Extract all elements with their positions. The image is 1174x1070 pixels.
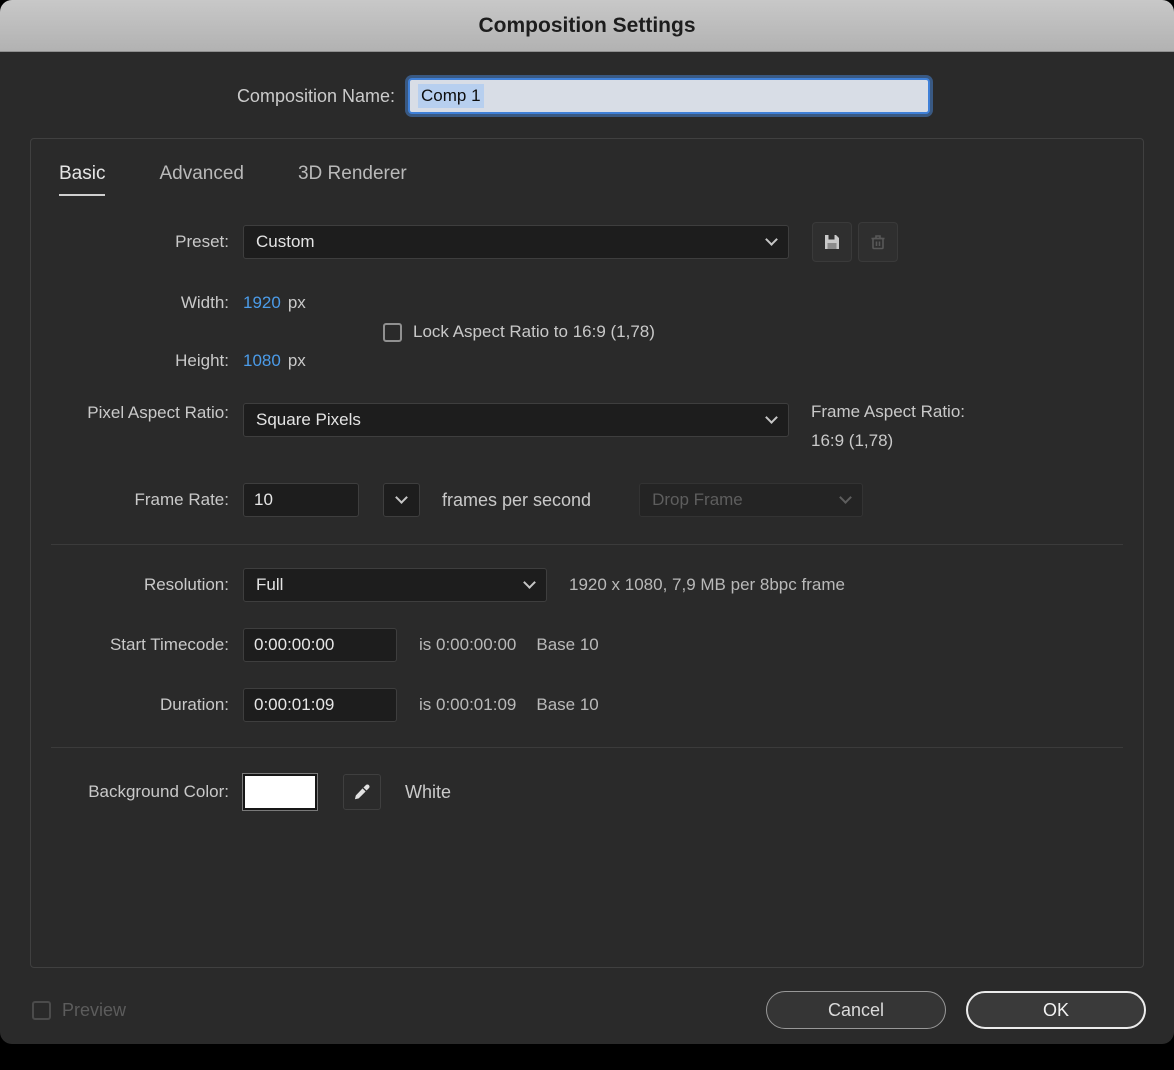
save-preset-button[interactable] xyxy=(812,222,852,262)
height-row: Height: 1080 px xyxy=(31,346,1143,376)
frame-rate-preset-button[interactable] xyxy=(383,483,420,517)
lock-aspect-ratio-checkbox[interactable] xyxy=(383,322,402,342)
pixel-aspect-ratio-row: Pixel Aspect Ratio: Square Pixels Frame … xyxy=(31,402,1143,450)
ok-button[interactable]: OK xyxy=(966,991,1146,1029)
preview-checkbox[interactable] xyxy=(32,1000,51,1020)
start-timecode-label: Start Timecode: xyxy=(109,635,229,654)
tab-3d-renderer-label: 3D Renderer xyxy=(297,163,407,184)
duration-base: Base 10 xyxy=(536,695,599,714)
width-value[interactable]: 1920 xyxy=(243,293,281,313)
composition-name-value: Comp 1 xyxy=(418,84,484,108)
preset-value: Custom xyxy=(256,232,315,251)
preview-control: Preview xyxy=(32,1000,126,1021)
chevron-down-icon xyxy=(765,233,778,246)
tab-bar: Basic Advanced 3D Renderer xyxy=(31,139,1143,196)
width-row: Width: 1920 px xyxy=(31,288,1143,318)
composition-name-row: Composition Name: Comp 1 xyxy=(0,78,1174,114)
start-timecode-value: 0:00:00:00 xyxy=(254,635,335,654)
dialog-footer: Preview Cancel OK xyxy=(32,988,1146,1032)
background-color-row: Background Color: White xyxy=(31,772,1143,812)
resolution-info: 1920 x 1080, 7,9 MB per 8bpc frame xyxy=(569,575,845,594)
composition-settings-dialog: Composition Settings Composition Name: C… xyxy=(0,0,1174,1044)
background-color-swatch[interactable] xyxy=(243,774,317,810)
background-color-name: White xyxy=(405,781,452,802)
lock-aspect-ratio-label: Lock Aspect Ratio to 16:9 (1,78) xyxy=(413,322,655,341)
eyedropper-button[interactable] xyxy=(343,774,381,810)
resolution-label: Resolution: xyxy=(143,575,229,594)
duration-label: Duration: xyxy=(160,695,229,714)
frame-rate-row: Frame Rate: 10 frames per second Drop Fr… xyxy=(31,482,1143,518)
duration-value: 0:00:01:09 xyxy=(254,695,335,714)
chevron-down-icon xyxy=(395,491,408,504)
height-value[interactable]: 1080 xyxy=(243,351,281,371)
chevron-down-icon xyxy=(523,576,536,589)
chevron-down-icon xyxy=(839,491,852,504)
frames-per-second-label: frames per second xyxy=(442,489,592,510)
trash-icon xyxy=(871,235,885,250)
background-color-label: Background Color: xyxy=(88,782,229,801)
tab-basic-label: Basic xyxy=(59,163,106,184)
composition-name-input[interactable]: Comp 1 xyxy=(408,78,930,114)
dialog-title: Composition Settings xyxy=(478,13,696,37)
divider xyxy=(51,544,1123,545)
start-timecode-base: Base 10 xyxy=(536,635,599,654)
start-timecode-equivalent: is 0:00:00:00 xyxy=(419,635,517,654)
preset-label: Preset: xyxy=(175,232,229,251)
tab-advanced-label: Advanced xyxy=(159,163,244,184)
duration-input[interactable]: 0:00:01:09 xyxy=(243,688,397,722)
pixel-aspect-ratio-dropdown[interactable]: Square Pixels xyxy=(243,403,789,437)
start-timecode-row: Start Timecode: 0:00:00:00 is 0:00:00:00… xyxy=(31,627,1143,663)
settings-panel: Basic Advanced 3D Renderer Preset: Custo… xyxy=(30,138,1144,968)
pixel-aspect-ratio-value: Square Pixels xyxy=(256,410,361,429)
eyedropper-icon xyxy=(354,784,370,800)
cancel-button[interactable]: Cancel xyxy=(766,991,946,1029)
dialog-titlebar[interactable]: Composition Settings xyxy=(0,0,1174,52)
duration-row: Duration: 0:00:01:09 is 0:00:01:09 Base … xyxy=(31,687,1143,723)
resolution-value: Full xyxy=(256,575,284,594)
width-label: Width: xyxy=(180,293,229,312)
width-unit: px xyxy=(287,293,306,312)
chevron-down-icon xyxy=(765,411,778,424)
tab-advanced[interactable]: Advanced xyxy=(159,163,244,196)
frame-aspect-ratio-label: Frame Aspect Ratio: xyxy=(811,402,966,421)
frame-aspect-ratio-info: Frame Aspect Ratio: 16:9 (1,78) xyxy=(811,397,965,455)
frame-rate-label: Frame Rate: xyxy=(134,490,229,509)
pixel-aspect-ratio-label: Pixel Aspect Ratio: xyxy=(87,403,229,422)
composition-name-label: Composition Name: xyxy=(236,85,395,106)
height-label: Height: xyxy=(175,351,229,370)
preview-label: Preview xyxy=(62,999,127,1020)
height-unit: px xyxy=(287,351,306,370)
frame-aspect-ratio-value: 16:9 (1,78) xyxy=(811,431,894,450)
divider xyxy=(51,747,1123,748)
frame-rate-value: 10 xyxy=(254,490,273,509)
resolution-row: Resolution: Full 1920 x 1080, 7,9 MB per… xyxy=(31,567,1143,603)
lock-aspect-ratio-control: Lock Aspect Ratio to 16:9 (1,78) xyxy=(383,322,655,342)
dimensions-block: Width: 1920 px Height: 1080 px Lock Aspe… xyxy=(31,288,1143,376)
timecode-style-dropdown: Drop Frame xyxy=(639,483,864,517)
duration-equivalent: is 0:00:01:09 xyxy=(419,695,517,714)
delete-preset-button[interactable] xyxy=(858,222,898,262)
preset-row: Preset: Custom xyxy=(31,222,1143,262)
save-preset-icon xyxy=(825,235,839,249)
start-timecode-input[interactable]: 0:00:00:00 xyxy=(243,628,397,662)
timecode-style-value: Drop Frame xyxy=(652,490,743,509)
preset-dropdown[interactable]: Custom xyxy=(243,225,789,259)
tab-3d-renderer[interactable]: 3D Renderer xyxy=(298,163,407,196)
resolution-dropdown[interactable]: Full xyxy=(243,568,547,602)
tab-basic[interactable]: Basic xyxy=(59,163,106,196)
frame-rate-input[interactable]: 10 xyxy=(243,483,359,517)
